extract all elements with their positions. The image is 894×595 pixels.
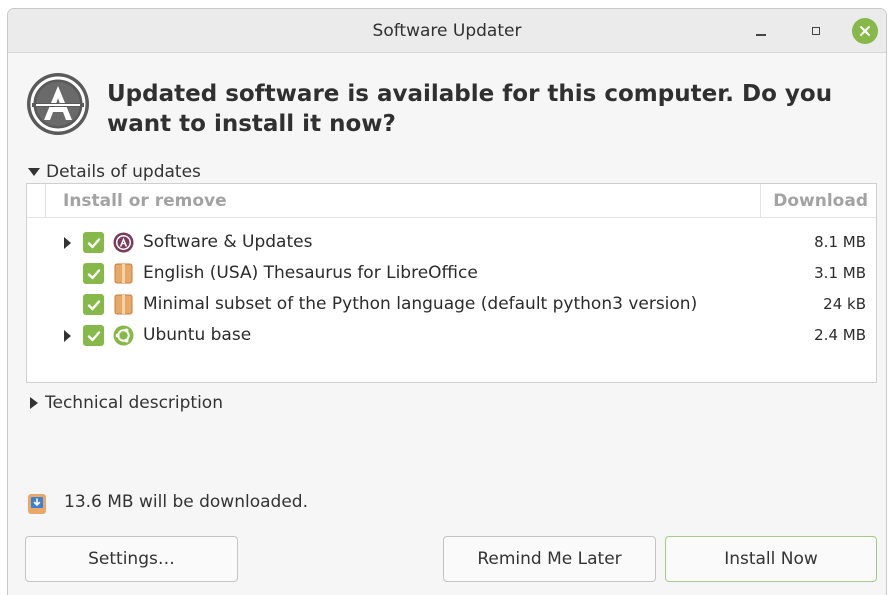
package-size: 2.4 MB [814,326,866,344]
details-expander[interactable]: Details of updates [28,162,201,182]
maximize-button[interactable] [803,18,829,44]
package-icon [114,294,133,315]
maximize-icon [812,27,820,35]
settings-button[interactable]: Settings… [25,536,238,582]
minimize-button[interactable] [748,18,774,44]
software-updater-window: Software Updater Updated software is ava… [7,8,887,595]
update-row-software-updates[interactable]: Software & Updates 8.1 MB [27,227,876,258]
ubuntu-logo-icon [113,325,134,346]
install-now-button[interactable]: Install Now [665,536,877,582]
package-name: Ubuntu base [143,325,252,345]
close-icon [852,18,878,44]
update-checkbox[interactable] [83,232,104,253]
column-separator [760,184,761,217]
header-gutter [27,184,46,217]
column-header-download[interactable]: Download [773,191,868,211]
update-row-thesaurus[interactable]: English (USA) Thesaurus for LibreOffice … [27,258,876,289]
download-icon [28,494,46,514]
checkmark-icon [87,237,100,248]
package-size: 3.1 MB [814,264,866,282]
download-size-status: 13.6 MB will be downloaded. [64,492,308,512]
expand-arrow-icon[interactable] [64,330,71,342]
update-row-python-minimal[interactable]: Minimal subset of the Python language (d… [27,289,876,320]
update-available-message: Updated software is available for this c… [107,81,833,137]
software-properties-icon [113,232,134,253]
remind-me-later-button[interactable]: Remind Me Later [443,536,656,582]
package-size: 8.1 MB [814,233,866,251]
collapsed-arrow-icon [30,397,38,409]
column-header-install[interactable]: Install or remove [63,191,227,211]
update-checkbox[interactable] [83,263,104,284]
update-checkbox[interactable] [83,294,104,315]
minimize-icon [756,34,766,36]
package-icon [114,263,133,284]
checkmark-icon [87,330,100,341]
expanded-arrow-icon [28,168,40,176]
checkmark-icon [87,299,100,310]
package-size: 24 kB [823,295,866,313]
software-updater-icon [27,73,89,135]
update-row-ubuntu-base[interactable]: Ubuntu base 2.4 MB [27,320,876,351]
package-name: Minimal subset of the Python language (d… [143,294,698,314]
package-name: Software & Updates [143,232,313,252]
close-button[interactable] [852,18,878,44]
update-checkbox[interactable] [83,325,104,346]
package-name: English (USA) Thesaurus for LibreOffice [143,263,478,283]
checkmark-icon [87,268,100,279]
expand-arrow-icon[interactable] [64,237,71,249]
updates-list-header: Install or remove Download [27,184,876,218]
details-expander-label: Details of updates [46,162,201,182]
title-bar[interactable]: Software Updater [8,9,886,53]
updates-list[interactable]: Install or remove Download Software & Up… [26,183,877,383]
technical-description-expander[interactable]: Technical description [30,393,223,413]
technical-description-label: Technical description [45,393,223,413]
